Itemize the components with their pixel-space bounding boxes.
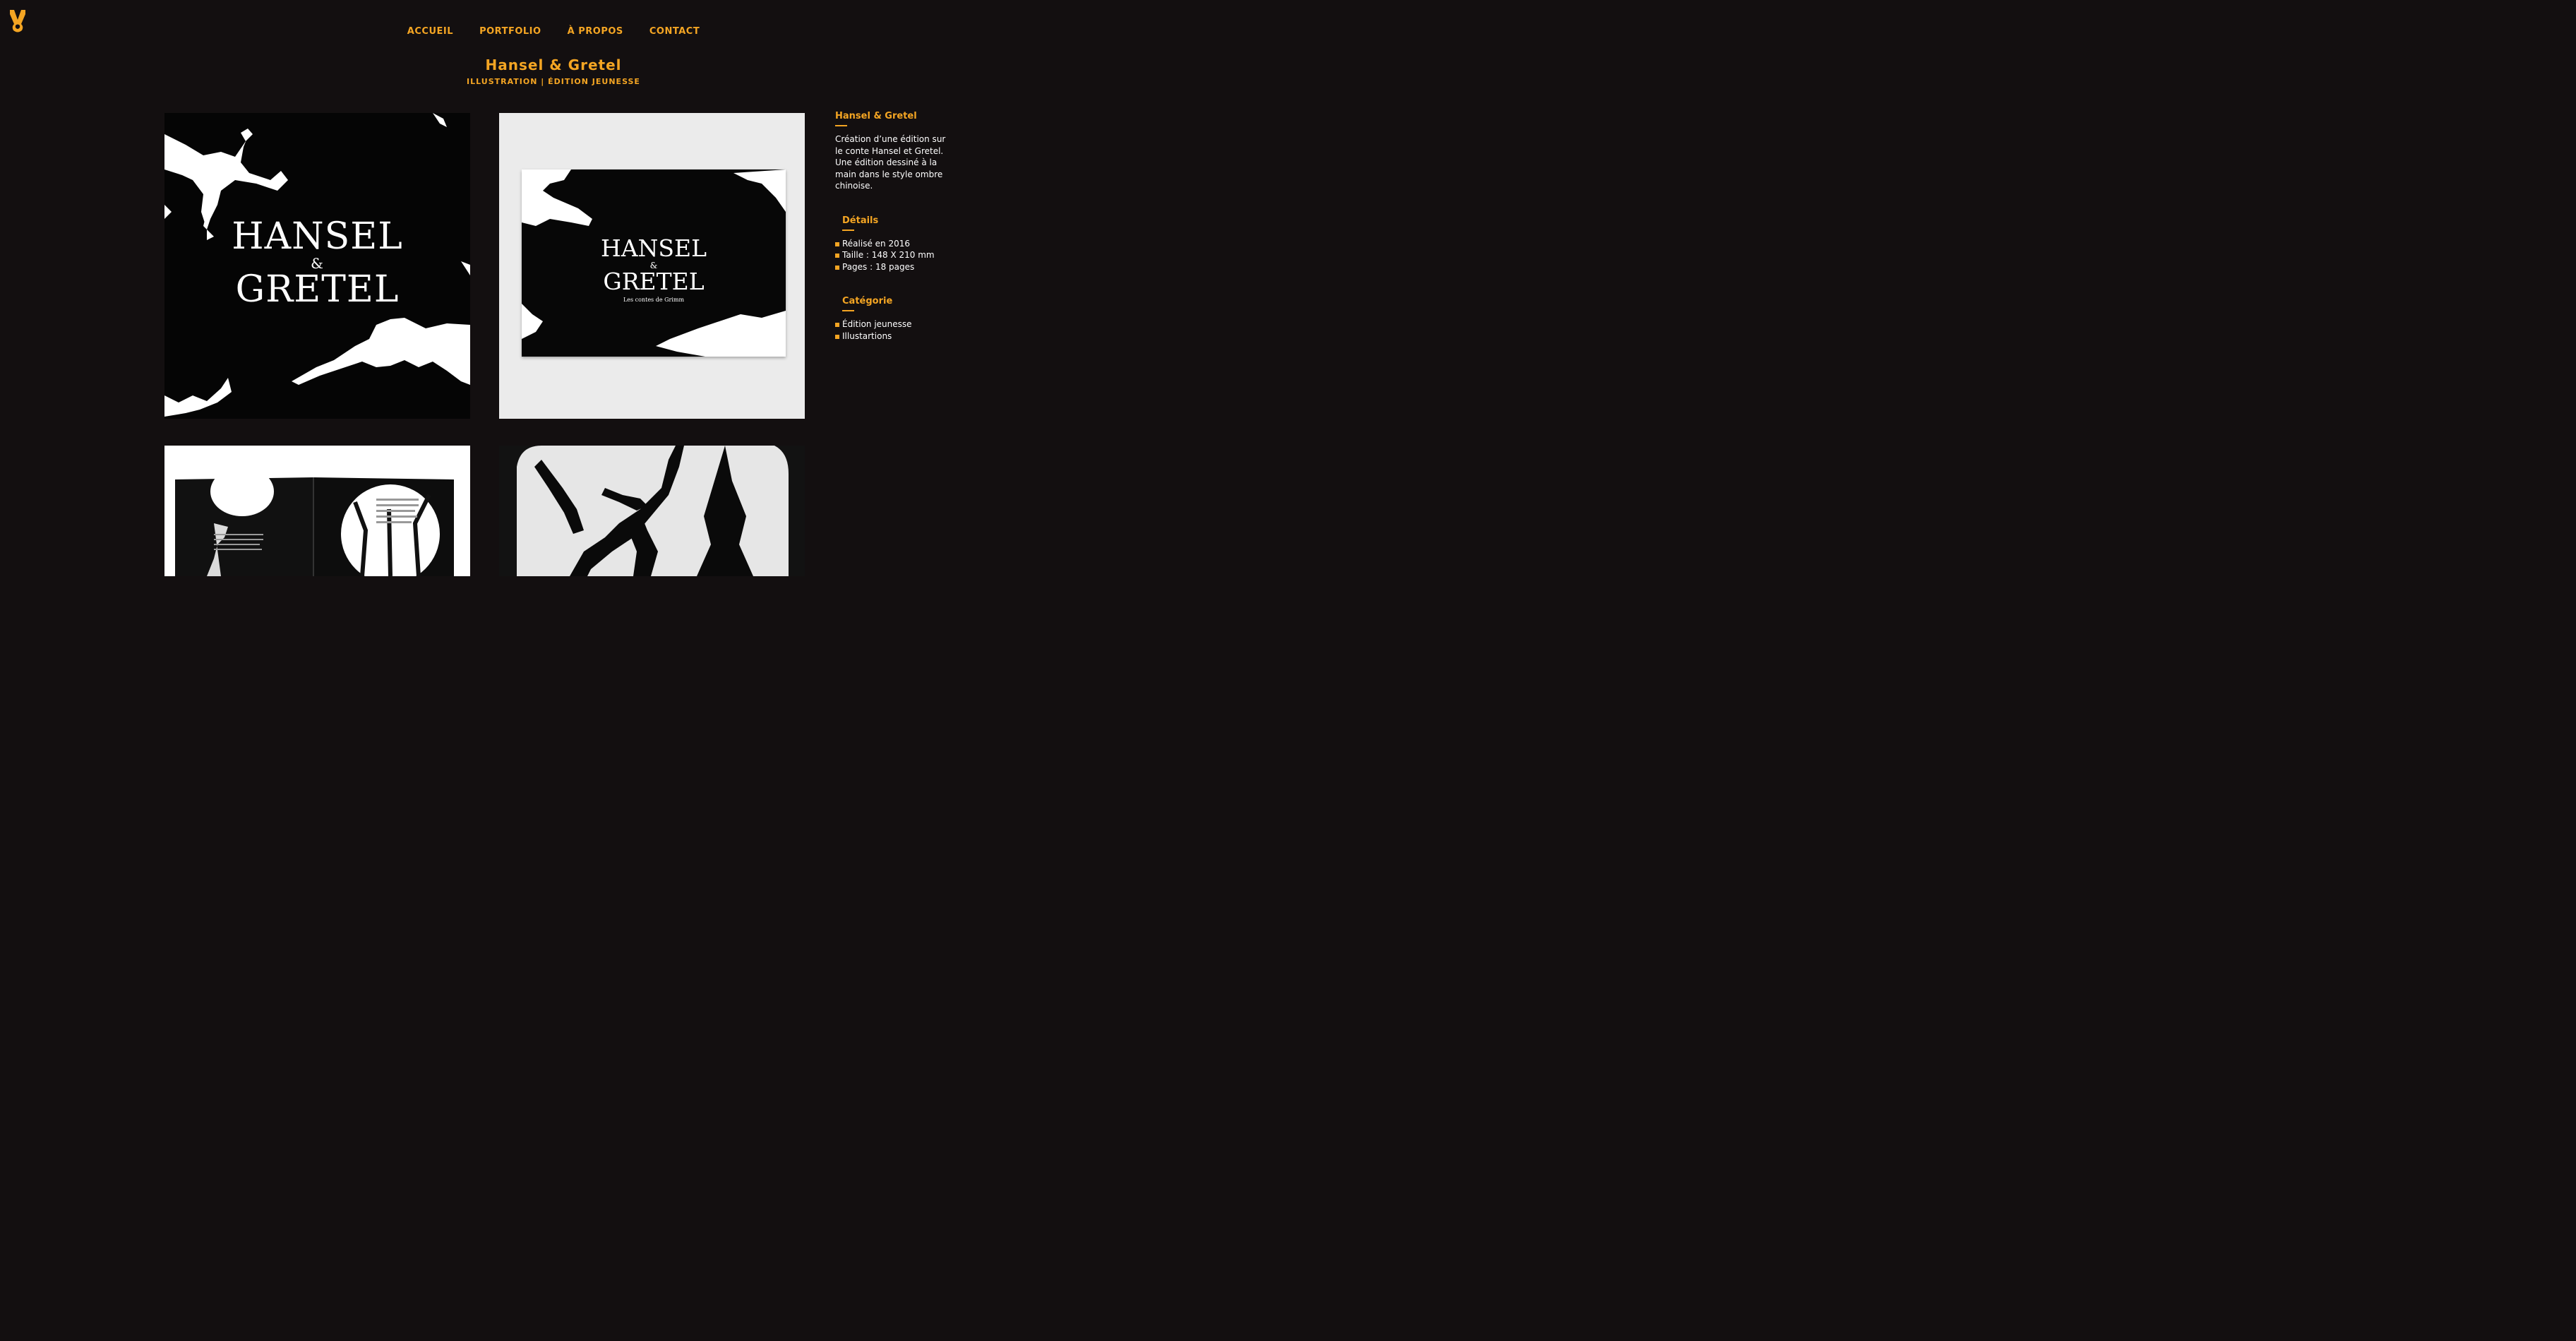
page-title: Hansel & Gretel	[485, 56, 622, 73]
categorie-heading: Catégorie	[842, 296, 893, 306]
spread-illustration	[175, 467, 454, 576]
cover-title-line2: GRETEL	[235, 268, 400, 311]
project-sidebar: Hansel & Gretel Création d’une édition s…	[835, 111, 948, 342]
details-section: Détails Réalisé en 2016 Taille : 148 X 2…	[835, 215, 948, 273]
sidebar-title: Hansel & Gretel	[835, 111, 917, 121]
categorie-list: Édition jeunesse Illustartions	[835, 318, 948, 342]
details-underline	[842, 229, 854, 231]
details-list: Réalisé en 2016 Taille : 148 X 210 mm Pa…	[835, 238, 948, 273]
cover-title-line1: HANSEL	[232, 215, 403, 258]
page-subtitle: ILLUSTRATION | ÉDITION JEUNESSE	[467, 77, 640, 86]
nav-contact[interactable]: CONTACT	[649, 26, 700, 37]
nav-accueil[interactable]: ACCUEIL	[407, 26, 453, 37]
book-subtitle: Les contes de Grimm	[623, 296, 685, 303]
gallery-image-cover[interactable]: HANSEL & GRETEL	[164, 113, 470, 419]
main-nav: ACCUEIL PORTFOLIO À PROPOS CONTACT	[0, 23, 1107, 37]
nav-a-propos[interactable]: À PROPOS	[568, 26, 623, 37]
detail-item: Taille : 148 X 210 mm	[835, 249, 948, 261]
details-heading: Détails	[842, 215, 879, 226]
categorie-item[interactable]: Édition jeunesse	[835, 318, 948, 330]
gallery-image-forest[interactable]	[499, 446, 805, 576]
cover-title: HANSEL & GRETEL	[164, 217, 470, 309]
book-title: HANSEL & GRETEL Les contes de Grimm	[522, 234, 786, 303]
gallery-image-spread[interactable]	[164, 446, 470, 576]
categorie-underline	[842, 310, 854, 311]
book-title-line1: HANSEL	[600, 234, 707, 262]
detail-item: Pages : 18 pages	[835, 261, 948, 273]
detail-item: Réalisé en 2016	[835, 238, 948, 250]
categorie-item[interactable]: Illustartions	[835, 330, 948, 342]
gallery-image-book[interactable]: HANSEL & GRETEL Les contes de Grimm	[499, 113, 805, 419]
book-cover: HANSEL & GRETEL Les contes de Grimm	[522, 169, 786, 357]
nav-portfolio[interactable]: PORTFOLIO	[479, 26, 541, 37]
forest-illustration	[517, 446, 789, 576]
book-title-line2: GRETEL	[603, 268, 705, 296]
categorie-section: Catégorie Édition jeunesse Illustartions	[835, 296, 948, 342]
sidebar-description: Création d’une édition sur le conte Hans…	[835, 134, 946, 191]
sidebar-title-underline	[835, 125, 847, 126]
